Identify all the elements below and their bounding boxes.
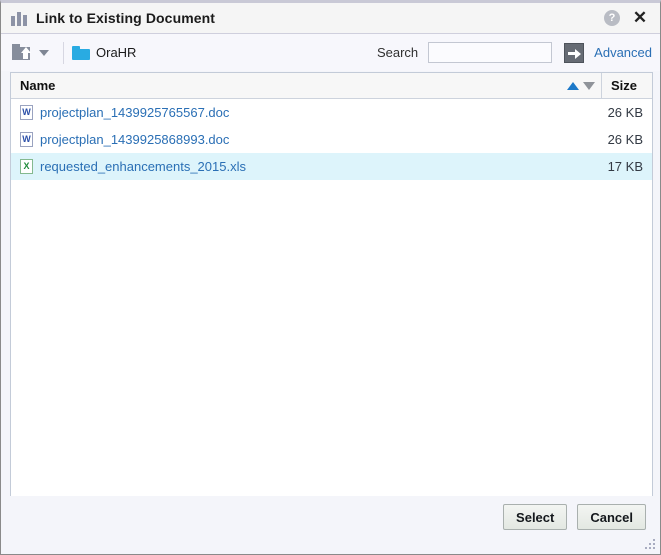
file-list: Name Size Wprojectplan_1439925765567.doc… [10,72,653,499]
chevron-down-icon[interactable] [33,43,55,63]
word-document-icon: W [20,132,33,147]
select-button[interactable]: Select [503,504,568,530]
file-name-cell: Wprojectplan_1439925868993.doc [11,132,587,147]
file-name-link[interactable]: projectplan_1439925765567.doc [40,105,229,120]
dialog-title: Link to Existing Document [36,10,216,26]
file-type-badge: X [23,161,30,171]
folder-icon [72,45,90,60]
cancel-button[interactable]: Cancel [577,504,646,530]
file-name-link[interactable]: requested_enhancements_2015.xls [40,159,246,174]
search-area: Search Advanced [377,42,652,63]
current-folder-label: OraHR [96,45,137,60]
word-document-icon: W [20,105,33,120]
column-header-name-label: Name [20,78,56,93]
titlebar-actions: ? ✕ [604,9,654,26]
file-type-badge: W [22,107,31,117]
column-header-size[interactable]: Size [602,73,652,98]
file-size-cell: 17 KB [607,159,643,174]
sort-ascending-icon[interactable] [567,81,579,90]
file-name-link[interactable]: projectplan_1439925868993.doc [40,132,229,147]
file-name-cell: Wprojectplan_1439925765567.doc [11,105,587,120]
sort-controls [567,81,601,90]
current-folder[interactable]: OraHR [72,45,136,60]
column-header-name[interactable]: Name [11,73,602,98]
file-type-badge: W [22,134,31,144]
footer-buttons: Select Cancel [503,504,646,530]
document-library-icon [11,11,27,26]
upload-folder-icon[interactable] [11,43,33,63]
sort-descending-icon[interactable] [583,81,595,90]
table-row[interactable]: Wprojectplan_1439925868993.doc 26 KB [11,126,652,153]
dialog-toolbar: OraHR Search Advanced [1,34,660,71]
file-size-cell: 26 KB [607,105,643,120]
excel-document-icon: X [20,159,33,174]
file-list-header: Name Size [11,73,652,99]
file-name-cell: Xrequested_enhancements_2015.xls [11,159,587,174]
file-size-cell: 26 KB [607,132,643,147]
toolbar-divider [63,41,64,64]
search-label: Search [376,45,419,60]
search-submit-button[interactable] [564,42,585,63]
close-icon[interactable]: ✕ [632,9,648,26]
table-row[interactable]: Wprojectplan_1439925765567.doc 26 KB [11,99,652,126]
help-icon[interactable]: ? [604,10,620,26]
table-row[interactable]: Xrequested_enhancements_2015.xls 17 KB [11,153,652,180]
search-input[interactable] [428,42,553,63]
dialog-footer: Select Cancel [1,496,660,554]
column-header-size-label: Size [611,78,638,93]
resize-grip-icon[interactable] [645,539,657,551]
dialog-titlebar: Link to Existing Document ? ✕ [1,3,660,34]
link-to-existing-document-dialog: Link to Existing Document ? ✕ OraHR Sear… [0,0,661,555]
file-list-body: Wprojectplan_1439925765567.doc 26 KB Wproj… [11,99,652,180]
advanced-search-link[interactable]: Advanced [594,45,652,60]
